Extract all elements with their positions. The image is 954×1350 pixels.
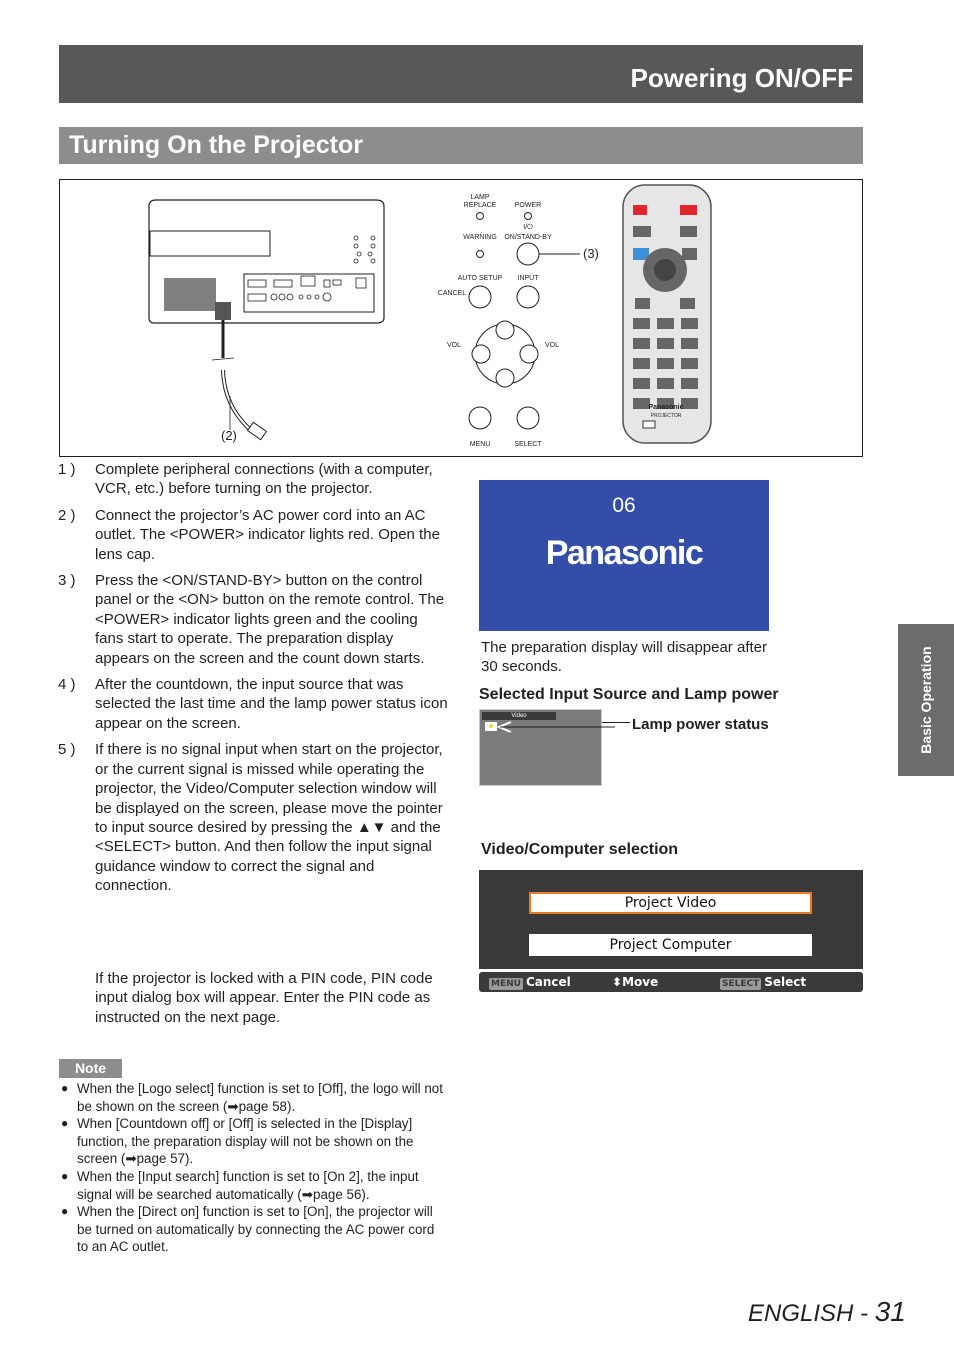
select-button[interactable] [516, 406, 540, 430]
right-button[interactable] [519, 344, 539, 364]
move-arrows-icon: ⬍ [612, 975, 623, 989]
note-item: ● When the [Input search] function is set… [61, 1168, 419, 1202]
chapter-title: Powering ON/OFF [630, 63, 853, 93]
svg-text:I/⏻: I/⏻ [523, 223, 533, 231]
brand-logo: Panasonic [545, 534, 704, 572]
svg-text:REPLACE: REPLACE [464, 202, 497, 209]
bullet-icon: ● [61, 1081, 69, 1095]
step-item: 1 ) Complete peripheral connections (with… [58, 461, 433, 498]
note-item: ● When the [Direct on] function is set to… [61, 1204, 435, 1255]
note-item: ● When the [Logo select] function is set … [61, 1081, 443, 1114]
menu-key-icon: MENU [489, 978, 523, 990]
bullet-icon: ● [61, 1116, 69, 1131]
cancel-hint[interactable]: MENU Cancel [489, 975, 571, 990]
remote-standby-button[interactable] [680, 205, 697, 215]
up-button[interactable] [495, 320, 515, 340]
select-label: SELECT [514, 441, 542, 447]
callout-arrow-icon [497, 721, 615, 733]
lamp-replace-indicator [476, 212, 484, 220]
svg-text:ON/STAND-BY: ON/STAND-BY [504, 234, 552, 241]
lamp-replace-label: LAMP [470, 194, 489, 201]
vol-plus-label: VOL [545, 342, 559, 349]
bullet-icon: ● [61, 1204, 69, 1219]
section-header: Turning On the Projector [59, 127, 863, 164]
pin-code-note: If the projector is locked with a PIN co… [95, 970, 433, 1026]
step-item: 5 ) If there is no signal input when star… [58, 741, 443, 895]
preparation-display: 06 Panasonic [479, 480, 769, 631]
bullet-icon: ● [61, 1168, 69, 1183]
auto-setup-button[interactable] [468, 285, 492, 309]
warning-indicator [476, 250, 484, 258]
side-tab-label: Basic Operation [918, 646, 934, 754]
auto-setup-label: AUTO SETUP [458, 275, 503, 282]
select-hint[interactable]: SELECT Select [720, 975, 806, 990]
notes-list: ● When the [Logo select] function is set … [61, 1080, 446, 1256]
cancel-label: CANCEL [438, 290, 467, 297]
section-title: Turning On the Projector [69, 131, 363, 159]
page-number: 31 [874, 1296, 906, 1327]
video-computer-selection-window: Project Video Project Computer [479, 870, 863, 969]
selection-heading: Video/Computer selection [481, 841, 679, 858]
input-label: INPUT [518, 275, 540, 282]
step-item: 4 ) After the countdown, the input source… [58, 676, 448, 732]
power-indicator [524, 212, 532, 220]
lamp-power-icon [485, 722, 497, 731]
menu-label: MENU [470, 441, 491, 447]
menu-button[interactable] [468, 406, 492, 430]
step-item: 2 ) Connect the projector’s AC power cord… [58, 506, 440, 563]
preparation-caption: The preparation display will disappear a… [481, 639, 767, 676]
vol-minus-label: VOL [447, 342, 461, 349]
left-button[interactable] [471, 344, 491, 364]
countdown-value: 06 [612, 494, 636, 517]
control-panel-illustration: LAMP REPLACE POWER I/⏻ WARNING ON/STAND-… [438, 194, 580, 447]
callout-line [602, 722, 630, 723]
power-cord-callout: (2) [221, 428, 237, 443]
input-source-osd: Video [479, 709, 615, 786]
remote-brand: Panasonic [648, 404, 683, 411]
remote-model: PROJECTOR [651, 413, 682, 419]
remote-control-illustration: Panasonic PROJECTOR [622, 184, 712, 444]
projector-figure: (2) LAMP REPLACE POWER I/⏻ WARNING ON/ST… [59, 179, 863, 457]
input-button[interactable] [516, 285, 540, 309]
steps-list: 1 ) Complete peripheral connections (with… [58, 460, 450, 903]
chapter-side-tab[interactable]: Basic Operation [898, 624, 954, 776]
step-item: 3 ) Press the <ON/STAND-BY> button on the… [58, 572, 445, 667]
down-button[interactable] [495, 368, 515, 388]
lamp-power-status-label: Lamp power status [632, 716, 769, 733]
power-label: POWER [515, 202, 541, 209]
page-footer: ENGLISH - 31 [748, 1296, 906, 1327]
note-label: Note [59, 1059, 122, 1078]
move-hint: ⬍Move [612, 975, 659, 989]
note-item: ● When [Countdown off] or [Off] is select… [61, 1116, 414, 1167]
projector-rear-illustration [148, 199, 385, 441]
project-computer-option[interactable]: Project Computer [529, 934, 812, 956]
on-standby-callout: (3) [583, 246, 599, 261]
selection-footer: MENU Cancel ⬍Move SELECT Select [479, 972, 863, 992]
on-standby-button[interactable] [516, 242, 540, 266]
language-label: ENGLISH [748, 1300, 854, 1327]
remote-on-button[interactable] [633, 205, 647, 215]
chapter-header: Powering ON/OFF [59, 45, 863, 103]
input-lamp-heading: Selected Input Source and Lamp power [479, 686, 779, 703]
warning-label: WARNING [463, 234, 497, 241]
project-video-option[interactable]: Project Video [529, 892, 812, 914]
select-key-icon: SELECT [720, 978, 762, 990]
